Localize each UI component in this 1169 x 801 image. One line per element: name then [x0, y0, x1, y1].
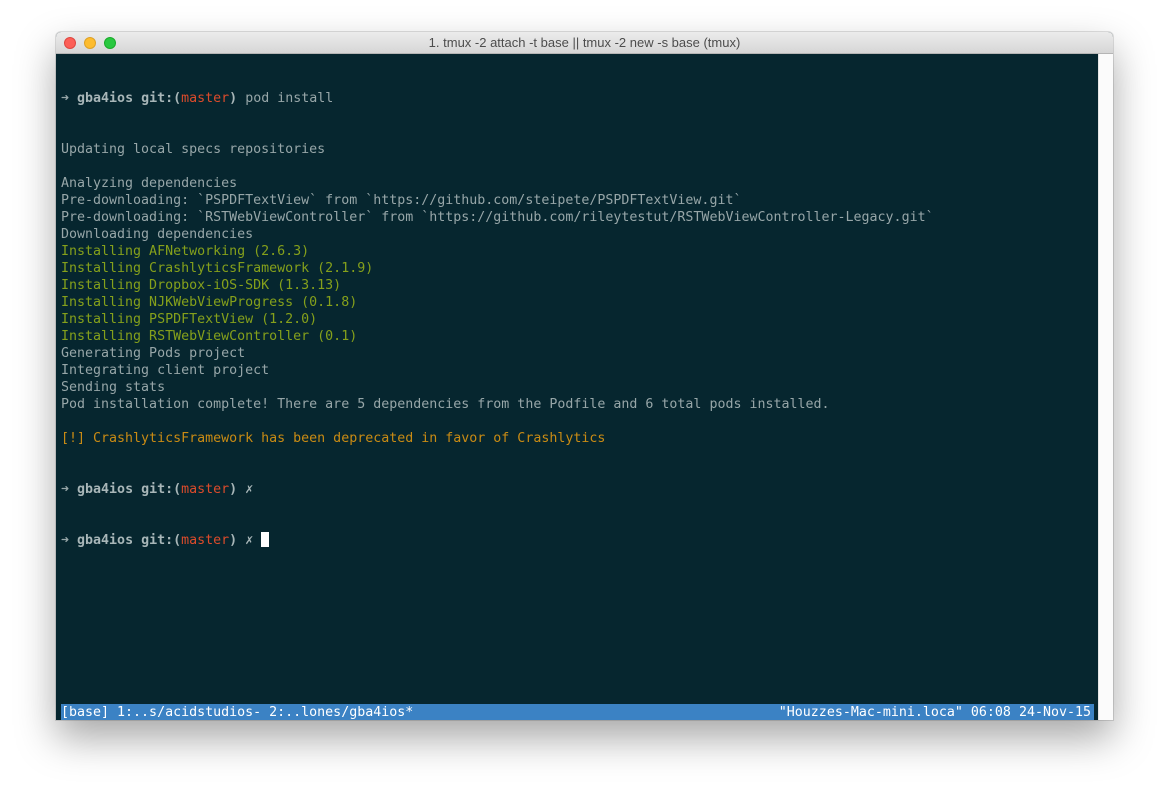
prompt-host: gba4ios	[77, 533, 134, 548]
prompt-host: gba4ios	[77, 482, 134, 497]
terminal-window: 1. tmux -2 attach -t base || tmux -2 new…	[56, 32, 1113, 720]
output-lines: Updating local specs repositories Analyzi…	[61, 141, 1098, 447]
title-bar[interactable]: 1. tmux -2 attach -t base || tmux -2 new…	[56, 32, 1113, 54]
dirty-mark-icon: ✗	[245, 533, 254, 548]
prompt-arrow-icon: ➜	[61, 482, 70, 497]
output-line: Installing PSPDFTextView (1.2.0)	[61, 312, 318, 327]
prompt-arrow-icon: ➜	[61, 91, 70, 106]
dirty-mark-icon: ✗	[245, 482, 254, 497]
output-line: Installing Dropbox-iOS-SDK (1.3.13)	[61, 278, 342, 293]
output-line: Installing AFNetworking (2.6.3)	[61, 244, 310, 259]
output-line: Pre-downloading: `PSPDFTextView` from `h…	[61, 193, 742, 208]
output-line: Installing NJKWebViewProgress (0.1.8)	[61, 295, 358, 310]
prompt-branch: master	[181, 482, 230, 497]
prompt-line-active[interactable]: ➜ gba4ios git:(master) ✗	[61, 532, 1098, 549]
output-line: Pod installation complete! There are 5 d…	[61, 397, 830, 412]
prompt-host: gba4ios	[77, 91, 134, 106]
output-line: Installing CrashlyticsFramework (2.1.9)	[61, 261, 374, 276]
output-line: Sending stats	[61, 380, 166, 395]
prompt-branch: master	[181, 91, 230, 106]
prompt-arrow-icon: ➜	[61, 533, 70, 548]
prompt-branch: master	[181, 533, 230, 548]
output-line: Pre-downloading: `RSTWebViewController` …	[61, 210, 934, 225]
tmux-status-bar: [base] 1:..s/acidstudios- 2:..lones/gba4…	[61, 704, 1094, 720]
tmux-host-clock: "Houzzes-Mac-mini.loca" 06:08 24-Nov-15	[778, 705, 1091, 720]
text-cursor[interactable]	[261, 532, 270, 547]
prompt-line: ➜ gba4ios git:(master) pod install	[61, 90, 1098, 107]
prompt-git-prefix: git:(	[133, 91, 182, 106]
command-text: pod install	[245, 91, 334, 106]
output-line: Downloading dependencies	[61, 227, 254, 242]
scrollbar[interactable]	[1098, 54, 1113, 720]
prompt-line: ➜ gba4ios git:(master) ✗	[61, 481, 1098, 498]
terminal-output[interactable]: ➜ gba4ios git:(master) pod install Updat…	[56, 54, 1098, 720]
prompt-git-prefix: git:(	[133, 533, 182, 548]
prompt-git-suffix: )	[229, 482, 238, 497]
prompt-git-suffix: )	[229, 533, 238, 548]
prompt-git-suffix: )	[229, 91, 238, 106]
output-line: Analyzing dependencies	[61, 176, 238, 191]
tmux-window-list[interactable]: [base] 1:..s/acidstudios- 2:..lones/gba4…	[61, 704, 413, 720]
output-line: Integrating client project	[61, 363, 270, 378]
output-line: Installing RSTWebViewController (0.1)	[61, 329, 358, 344]
window-title: 1. tmux -2 attach -t base || tmux -2 new…	[428, 35, 741, 50]
output-line: Generating Pods project	[61, 346, 246, 361]
output-line: [!] CrashlyticsFramework has been deprec…	[61, 431, 606, 446]
prompt-git-prefix: git:(	[133, 482, 182, 497]
output-line: Updating local specs repositories	[61, 142, 326, 157]
